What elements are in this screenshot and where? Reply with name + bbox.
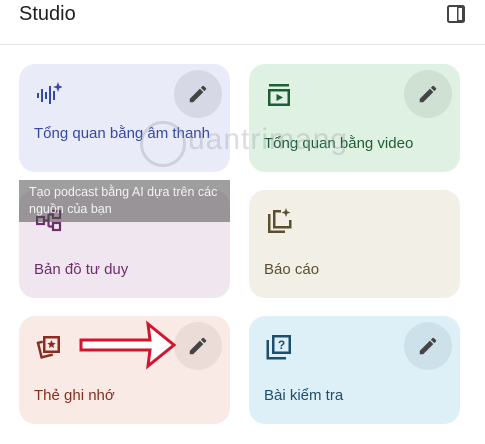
card-label: Báo cáo: [264, 261, 320, 278]
report-card[interactable]: Báo cáo: [249, 190, 460, 298]
pencil-icon: [419, 85, 437, 103]
report-sparkle-icon: [268, 208, 292, 233]
quiz-card[interactable]: ? Bài kiểm tra: [249, 316, 460, 424]
audio-waveform-icon: [37, 82, 62, 104]
edit-button[interactable]: [174, 322, 222, 370]
pencil-icon: [189, 85, 207, 103]
watermark-text: uantrimang: [188, 123, 349, 156]
page-title: Studio: [19, 3, 76, 25]
studio-header: Studio: [0, 0, 485, 45]
video-play-icon: [268, 84, 290, 106]
annotation-arrow: [79, 320, 177, 370]
side-panel-icon[interactable]: [446, 4, 466, 24]
pencil-icon: [189, 337, 207, 355]
svg-text:?: ?: [278, 338, 285, 352]
watermark: uantrimang: [140, 115, 370, 175]
card-label: Bản đồ tư duy: [34, 261, 129, 278]
watermark-logo-icon: [140, 121, 186, 167]
edit-button[interactable]: [174, 70, 222, 118]
quiz-question-icon: ?: [266, 335, 291, 360]
pencil-icon: [419, 337, 437, 355]
edit-button[interactable]: [404, 70, 452, 118]
card-label: Thẻ ghi nhớ: [34, 387, 115, 404]
card-label: Bài kiểm tra: [264, 387, 344, 404]
edit-button[interactable]: [404, 322, 452, 370]
flashcard-star-icon: [36, 336, 60, 359]
tooltip: Tạo podcast bằng AI dựa trên các nguồn c…: [19, 180, 230, 222]
